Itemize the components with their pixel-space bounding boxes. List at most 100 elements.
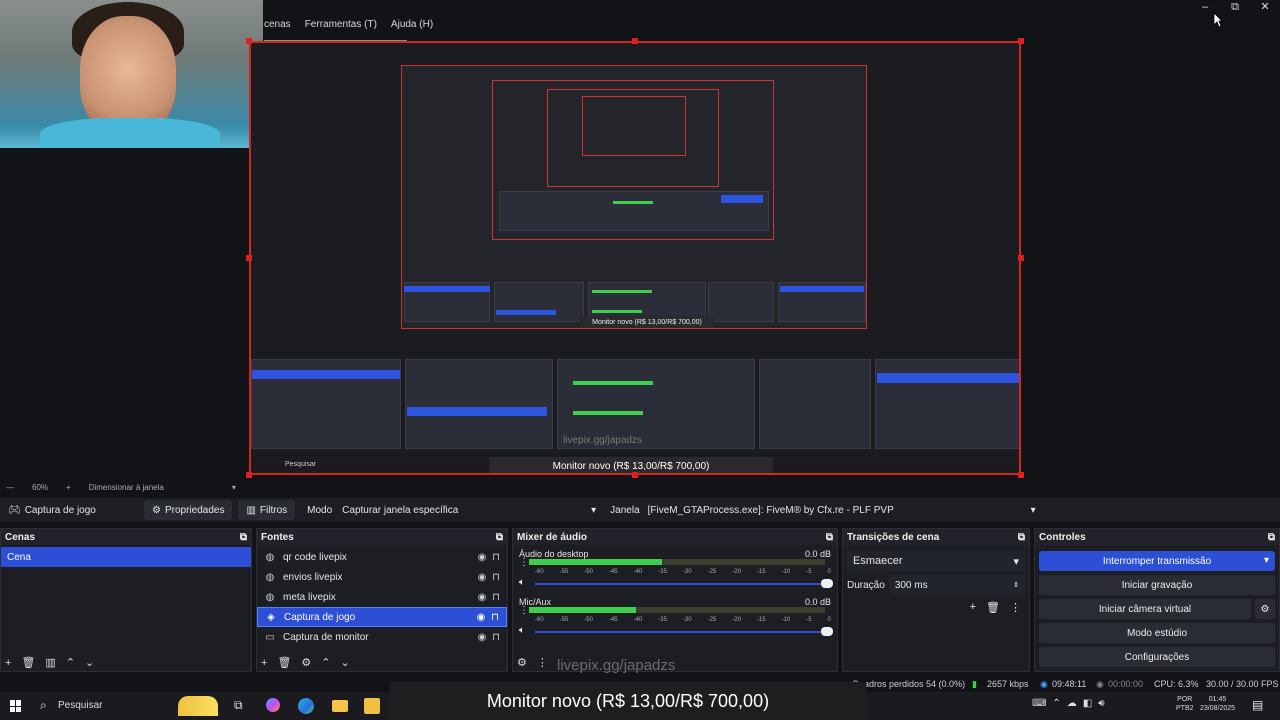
- source-item-game-capture[interactable]: ◈ Captura de jogo ◉ ⊓: [257, 607, 507, 627]
- start-virtual-camera-button[interactable]: Iniciar câmera virtual: [1039, 599, 1251, 619]
- resize-handle-tl[interactable]: [246, 38, 252, 44]
- edge-icon[interactable]: [298, 698, 314, 714]
- kebab-menu-icon[interactable]: ⋮: [537, 656, 548, 669]
- volume-slider[interactable]: [535, 631, 831, 633]
- kebab-menu-icon[interactable]: ⋮: [519, 557, 529, 568]
- lock-icon[interactable]: ⊓: [489, 552, 503, 563]
- menu-item-scenes[interactable]: cenas: [264, 19, 291, 30]
- source-toolbar: 🎮︎ Captura de jogo ⚙ Propriedades ▥ Filt…: [0, 498, 1280, 522]
- sources-dock: Fontes ⧉ ◍ qr code livepix ◉ ⊓ ◍ envios li…: [256, 528, 508, 672]
- undock-icon[interactable]: ⧉: [1268, 532, 1275, 543]
- search-icon[interactable]: ⌕: [40, 698, 47, 713]
- copilot-icon[interactable]: [266, 698, 280, 712]
- file-explorer-icon[interactable]: [332, 700, 348, 712]
- properties-button[interactable]: ⚙ Propriedades: [144, 500, 233, 520]
- filter-icon: ▥: [246, 504, 256, 516]
- start-recording-button[interactable]: Iniciar gravação: [1039, 575, 1275, 595]
- filter-icon[interactable]: ▥: [45, 656, 55, 669]
- store-icon[interactable]: [364, 698, 380, 714]
- trash-icon[interactable]: 🗑︎: [277, 656, 291, 669]
- eye-icon[interactable]: ◉: [475, 592, 489, 603]
- language-indicator[interactable]: POR PTB2: [1176, 695, 1194, 713]
- zoom-out-icon[interactable]: —: [6, 483, 14, 492]
- resize-handle-mr[interactable]: [1018, 255, 1024, 261]
- add-icon[interactable]: +: [261, 657, 267, 669]
- scenes-dock: Cenas ⧉ Cena + 🗑︎ ▥ ⌃ ⌄: [0, 528, 252, 672]
- mode-select[interactable]: Capturar janela específica ▾: [336, 500, 603, 520]
- resize-handle-ml[interactable]: [246, 255, 252, 261]
- undock-icon[interactable]: ⧉: [240, 532, 247, 543]
- start-recording-label: Iniciar gravação: [1121, 579, 1193, 591]
- program-preview[interactable]: Monitor novo (R$ 13,00/R$ 700,00) livepi…: [249, 41, 1021, 475]
- tray-icons[interactable]: ⌨︎⌃☁◧🔊︎: [1032, 698, 1111, 709]
- settings-button[interactable]: Configurações: [1039, 647, 1275, 667]
- chevron-up-icon[interactable]: ⌃: [66, 656, 75, 669]
- window-value: [FiveM_GTAProcess.exe]: FiveM® by Cfx.re…: [647, 504, 894, 516]
- weather-widget-icon[interactable]: [178, 696, 218, 716]
- virtual-camera-settings-button[interactable]: ⚙: [1255, 599, 1275, 619]
- resize-handle-tr[interactable]: [1018, 38, 1024, 44]
- volume-slider[interactable]: [535, 583, 831, 585]
- lock-icon[interactable]: ⊓: [489, 572, 503, 583]
- source-item-meta[interactable]: ◍ meta livepix ◉ ⊓: [257, 587, 507, 607]
- filters-label: Filtros: [259, 504, 288, 516]
- resize-handle-bc[interactable]: [632, 472, 638, 478]
- volume-slider-thumb[interactable]: [821, 579, 833, 588]
- record-icon: ◉: [1096, 678, 1104, 689]
- task-view-icon[interactable]: ⧉: [234, 698, 243, 713]
- window-select[interactable]: [FiveM_GTAProcess.exe]: FiveM® by Cfx.re…: [641, 500, 1042, 520]
- studio-mode-button[interactable]: Modo estúdio: [1039, 623, 1275, 643]
- kebab-menu-icon[interactable]: ⋮: [1010, 601, 1021, 614]
- taskbar-search[interactable]: Pesquisar: [58, 700, 102, 711]
- lang-primary: POR: [1177, 696, 1193, 703]
- restore-button[interactable]: ⧉: [1220, 0, 1250, 16]
- chevron-up-icon[interactable]: ⌃: [321, 656, 330, 669]
- notification-icon[interactable]: ▤: [1252, 698, 1263, 712]
- meter-tick-label: -35: [658, 617, 667, 623]
- resize-handle-bl[interactable]: [246, 472, 252, 478]
- meter-tick-label: -55: [559, 617, 569, 623]
- speaker-icon[interactable]: 🔈︎: [519, 625, 525, 636]
- chevron-down-icon[interactable]: ⌄: [85, 656, 94, 669]
- close-button[interactable]: ✕: [1250, 0, 1280, 16]
- gear-icon[interactable]: ⚙: [301, 656, 311, 669]
- trash-icon[interactable]: 🗑︎: [21, 656, 35, 669]
- scene-item[interactable]: Cena: [1, 547, 251, 567]
- source-item-qr-code[interactable]: ◍ qr code livepix ◉ ⊓: [257, 547, 507, 567]
- resize-handle-tc[interactable]: [632, 38, 638, 44]
- lock-icon[interactable]: ⊓: [489, 592, 503, 603]
- zoom-fit-label[interactable]: Dimensionar à janela: [89, 483, 164, 492]
- stop-streaming-button[interactable]: Interromper transmissão ▾: [1039, 551, 1275, 571]
- lock-icon[interactable]: ⊓: [488, 612, 502, 623]
- gear-icon[interactable]: ⚙: [517, 656, 527, 669]
- chevron-down-icon[interactable]: ⌄: [341, 656, 350, 669]
- chevron-down-icon[interactable]: ▾: [232, 483, 236, 492]
- kebab-menu-icon[interactable]: ⋮: [519, 605, 529, 616]
- chevron-down-icon[interactable]: ▾: [1264, 555, 1269, 566]
- undock-icon[interactable]: ⧉: [496, 532, 503, 543]
- eye-icon[interactable]: ◉: [475, 552, 489, 563]
- speaker-icon[interactable]: 🔈︎: [519, 577, 525, 588]
- eye-icon[interactable]: ◉: [475, 632, 489, 643]
- source-item-monitor-capture[interactable]: ▭ Captura de monitor ◉ ⊓: [257, 627, 507, 647]
- source-item-envios[interactable]: ◍ envios livepix ◉ ⊓: [257, 567, 507, 587]
- volume-slider-thumb[interactable]: [821, 627, 833, 636]
- add-icon[interactable]: +: [970, 601, 976, 614]
- menu-item-tools[interactable]: Ferramentas (T): [305, 19, 377, 30]
- menu-item-help[interactable]: Ajuda (H): [391, 19, 433, 30]
- eye-icon[interactable]: ◉: [474, 612, 488, 623]
- zoom-in-icon[interactable]: +: [66, 483, 71, 492]
- resize-handle-br[interactable]: [1018, 472, 1024, 478]
- transition-select[interactable]: Esmaecer ▾: [847, 551, 1025, 571]
- windows-start-icon[interactable]: [10, 700, 22, 712]
- clock[interactable]: 01:45 23/08/2025: [1200, 695, 1235, 713]
- filters-button[interactable]: ▥ Filtros: [238, 500, 296, 520]
- duration-spinbox[interactable]: 300 ms ⇕: [888, 575, 1025, 595]
- mode-value: Capturar janela específica: [342, 504, 459, 516]
- trash-icon[interactable]: 🗑︎: [986, 601, 1000, 614]
- undock-icon[interactable]: ⧉: [826, 532, 833, 543]
- lock-icon[interactable]: ⊓: [489, 632, 503, 643]
- add-icon[interactable]: +: [5, 657, 11, 669]
- eye-icon[interactable]: ◉: [475, 572, 489, 583]
- undock-icon[interactable]: ⧉: [1018, 532, 1025, 543]
